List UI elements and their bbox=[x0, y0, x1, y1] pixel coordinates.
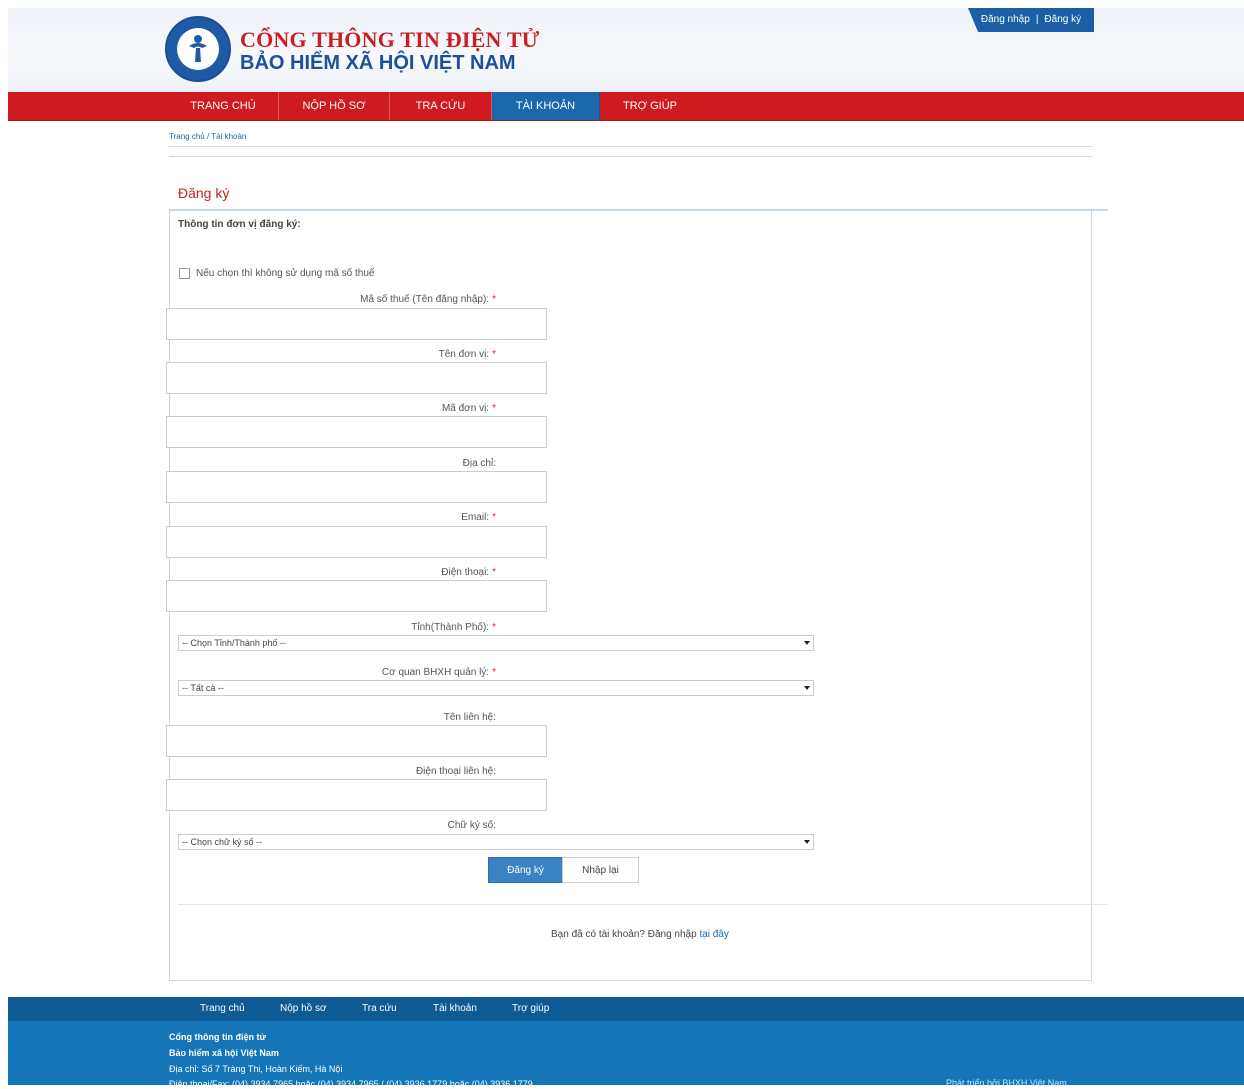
contact-phone-label: Điện thoại liên hệ: bbox=[415, 766, 496, 777]
footer-nav-home[interactable]: Trang chủ bbox=[200, 997, 245, 1021]
email-input[interactable] bbox=[166, 526, 547, 558]
portal-title-line1: CỔNG THÔNG TIN ĐIỆN TỬ bbox=[240, 27, 540, 52]
contact-name-label: Tên liên hệ: bbox=[443, 712, 496, 723]
signature-label: Chữ ký số: bbox=[447, 820, 496, 831]
breadcrumb-divider bbox=[169, 146, 1093, 147]
province-select[interactable]: -- Chọn Tỉnh/Thành phố -- bbox=[178, 635, 814, 651]
bhxh-logo-icon[interactable] bbox=[165, 16, 231, 82]
agency-label: Cơ quan BHXH quản lý: * bbox=[381, 667, 496, 678]
agency-select[interactable]: -- Tất cả -- bbox=[178, 680, 814, 696]
footer-phone: Điện thoại/Fax: (04) 3934 7965 hoặc (04)… bbox=[169, 1079, 533, 1089]
unit-code-label: Mã đơn vị: * bbox=[441, 403, 496, 414]
nav-item-lookup[interactable]: TRA CỨU bbox=[390, 92, 492, 120]
required-mark: * bbox=[492, 622, 496, 633]
footer-nav-submit[interactable]: Nộp hồ sơ bbox=[280, 997, 327, 1021]
panel-header bbox=[169, 157, 1108, 211]
tax-code-label: Mã số thuế (Tên đăng nhập): * bbox=[360, 294, 496, 305]
nav-item-help[interactable]: TRỢ GIÚP bbox=[600, 92, 700, 120]
login-prompt: Bạn đã có tài khoản? Đăng nhập tại đây bbox=[551, 929, 729, 940]
required-mark: * bbox=[492, 403, 496, 414]
nav-item-home[interactable]: TRANG CHỦ bbox=[168, 92, 279, 120]
form-divider bbox=[178, 904, 1108, 905]
contact-phone-input[interactable] bbox=[166, 779, 547, 811]
section-title: Thông tin đơn vị đăng ký: bbox=[178, 219, 301, 230]
contact-name-input[interactable] bbox=[166, 725, 547, 757]
signature-select[interactable]: -- Chọn chữ ký số -- bbox=[178, 834, 814, 850]
required-mark: * bbox=[492, 349, 496, 360]
address-label: Địa chỉ: bbox=[462, 458, 496, 469]
breadcrumb[interactable]: Trang chủ / Tài khoản bbox=[169, 132, 246, 141]
unit-name-input[interactable] bbox=[166, 362, 547, 394]
chevron-down-icon bbox=[804, 641, 810, 645]
page-title: Đăng ký bbox=[178, 185, 230, 201]
chevron-down-icon bbox=[804, 840, 810, 844]
phone-input[interactable] bbox=[166, 580, 547, 612]
no-tax-code-checkbox[interactable] bbox=[179, 268, 190, 279]
address-input[interactable] bbox=[166, 471, 547, 503]
required-mark: * bbox=[492, 667, 496, 678]
footer-nav-lookup[interactable]: Tra cứu bbox=[362, 997, 397, 1021]
reset-button[interactable]: Nhập lại bbox=[562, 857, 639, 883]
main-nav: TRANG CHỦ NỘP HỒ SƠ TRA CỨU TÀI KHOẢN TR… bbox=[8, 92, 1244, 121]
footer-line1: Cổng thông tin điện tử bbox=[169, 1032, 266, 1042]
unit-code-input[interactable] bbox=[166, 416, 547, 448]
province-label: Tỉnh(Thành Phố): * bbox=[411, 622, 496, 633]
footer-nav-account[interactable]: Tài khoản bbox=[433, 997, 477, 1021]
email-label: Email: * bbox=[461, 512, 496, 523]
tax-code-input[interactable] bbox=[166, 308, 547, 340]
nav-item-submit[interactable]: NỘP HỒ SƠ bbox=[279, 92, 390, 120]
site-footer: Cổng thông tin điện tử Bảo hiểm xã hội V… bbox=[8, 1021, 1244, 1089]
chevron-down-icon bbox=[804, 686, 810, 690]
footer-nav: Trang chủ Nộp hồ sơ Tra cứu Tài khoản Tr… bbox=[8, 997, 1244, 1021]
required-mark: * bbox=[492, 294, 496, 305]
nav-item-account[interactable]: TÀI KHOẢN bbox=[492, 92, 600, 120]
portal-title-line2: BẢO HIỂM XÃ HỘI VIỆT NAM bbox=[240, 52, 516, 74]
unit-name-label: Tên đơn vị: * bbox=[438, 349, 496, 360]
auth-separator: | bbox=[1035, 14, 1039, 25]
footer-nav-help[interactable]: Trợ giúp bbox=[512, 997, 549, 1021]
auth-links: Đăng nhập | Đăng ký bbox=[968, 8, 1094, 32]
no-tax-code-label: Nếu chọn thì không sử dụng mã số thuế bbox=[196, 268, 375, 279]
register-link[interactable]: Đăng ký bbox=[1044, 14, 1081, 25]
login-link[interactable]: Đăng nhập bbox=[981, 14, 1030, 25]
required-mark: * bbox=[492, 567, 496, 578]
login-here-link[interactable]: tại đây bbox=[699, 929, 728, 940]
footer-line2: Bảo hiểm xã hội Việt Nam bbox=[169, 1048, 279, 1058]
footer-developer: Phát triển bởi BHXH Việt Nam bbox=[946, 1078, 1067, 1088]
footer-address: Địa chỉ: Số 7 Tràng Thi, Hoàn Kiếm, Hà N… bbox=[169, 1064, 343, 1074]
register-button[interactable]: Đăng ký bbox=[488, 857, 563, 883]
required-mark: * bbox=[492, 512, 496, 523]
phone-label: Điện thoại: * bbox=[441, 567, 496, 578]
